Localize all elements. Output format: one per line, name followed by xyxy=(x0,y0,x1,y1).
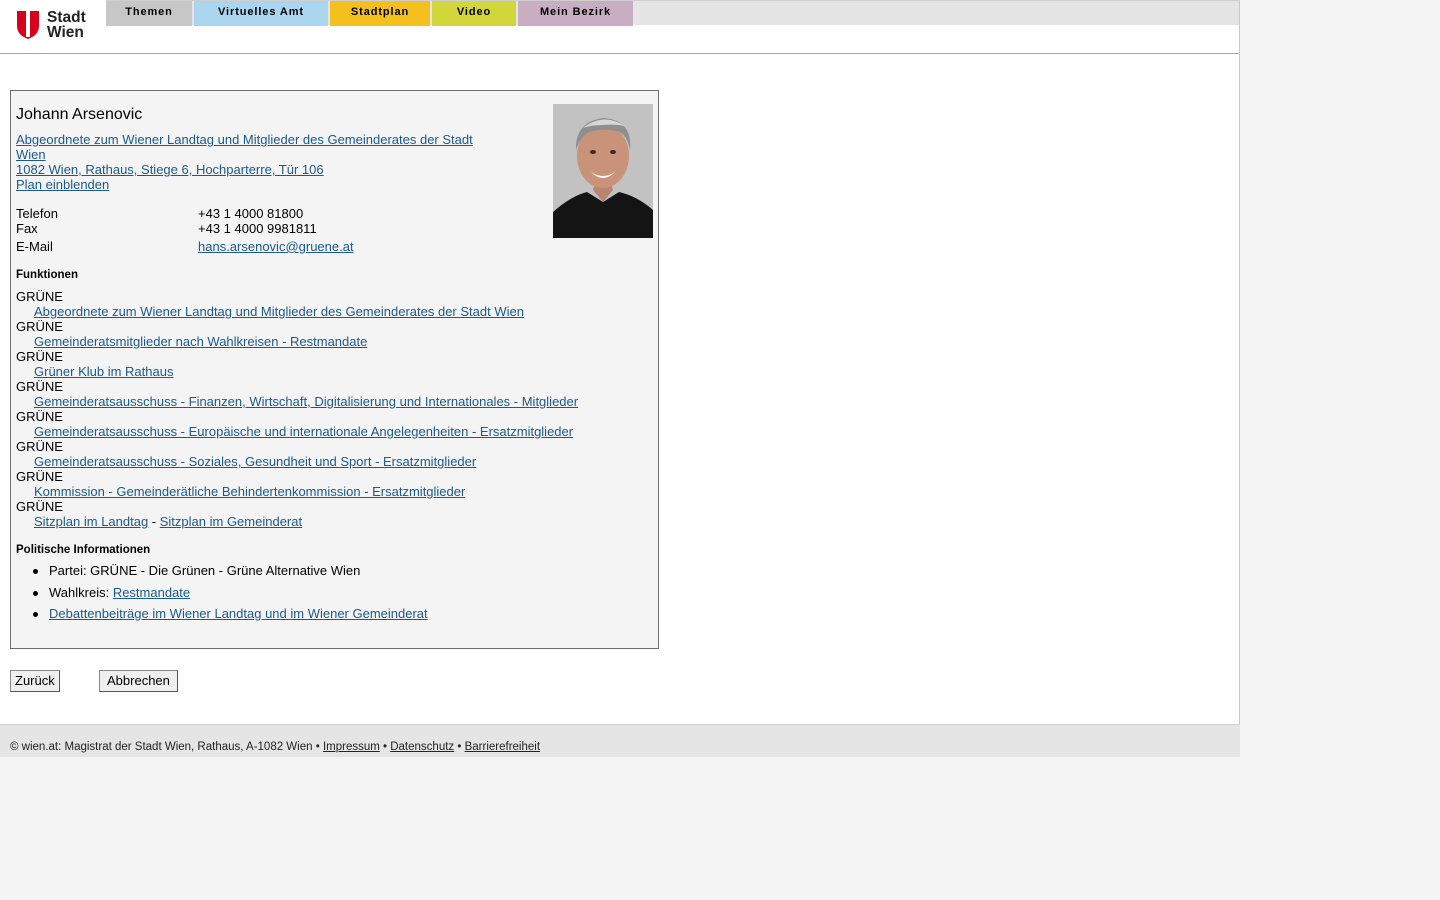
nav-tab-mein-bezirk[interactable]: Mein Bezirk xyxy=(518,1,633,26)
debates-link[interactable]: Debattenbeiträge im Wiener Landtag und i… xyxy=(49,606,428,621)
stadt-wien-logo[interactable]: Stadt Wien xyxy=(16,10,96,42)
address-link[interactable]: 1082 Wien, Rathaus, Stiege 6, Hochparter… xyxy=(16,162,324,177)
party-info: Partei: GRÜNE - Die Grünen - Grüne Alter… xyxy=(49,563,361,578)
function-link[interactable]: Gemeinderatsmitglieder nach Wahlkreisen … xyxy=(34,334,367,349)
function-party: GRÜNE xyxy=(16,409,63,424)
function-link[interactable]: Grüner Klub im Rathaus xyxy=(34,364,173,379)
role-link-line2[interactable]: Wien xyxy=(16,147,46,162)
function-link[interactable]: Abgeordnete zum Wiener Landtag und Mitgl… xyxy=(34,304,524,319)
header: Stadt Wien Themen Virtuelles Amt Stadtpl… xyxy=(0,0,1239,54)
show-map-link[interactable]: Plan einblenden xyxy=(16,177,109,192)
function-party: GRÜNE xyxy=(16,319,63,334)
logo-text-wien: Wien xyxy=(47,24,84,41)
footer-separator: • xyxy=(454,741,465,753)
page: Stadt Wien Themen Virtuelles Amt Stadtpl… xyxy=(0,0,1240,756)
main-nav: Themen Virtuelles Amt Stadtplan Video Me… xyxy=(106,0,1239,26)
email-link[interactable]: hans.arsenovic@gruene.at xyxy=(198,239,354,254)
functions-heading: Funktionen xyxy=(16,269,78,281)
footer-copyright: © wien.at: Magistrat der Stadt Wien, Rat… xyxy=(10,741,313,753)
role-link-line1[interactable]: Abgeordnete zum Wiener Landtag und Mitgl… xyxy=(16,132,473,147)
footer: © wien.at: Magistrat der Stadt Wien, Rat… xyxy=(0,724,1240,757)
person-detail-box: Johann Arsenovic Abgeordnete zum Wiener … xyxy=(10,90,659,649)
footer-barrierefreiheit-link[interactable]: Barrierefreiheit xyxy=(465,741,540,753)
function-party: GRÜNE xyxy=(16,439,63,454)
back-button[interactable]: Zurück xyxy=(10,670,60,692)
footer-separator: • xyxy=(312,741,323,753)
function-party: GRÜNE xyxy=(16,469,63,484)
function-link[interactable]: Gemeinderatsausschuss - Finanzen, Wirtsc… xyxy=(34,394,578,409)
wien-shield-icon xyxy=(17,11,39,39)
seat-plan-separator: - xyxy=(148,514,160,529)
seat-plan-landtag-link[interactable]: Sitzplan im Landtag xyxy=(34,514,148,529)
logo-text: Stadt Wien xyxy=(47,9,86,41)
bullet-icon xyxy=(33,591,38,596)
nav-tab-virtuelles-amt[interactable]: Virtuelles Amt xyxy=(194,1,328,26)
function-party: GRÜNE xyxy=(16,349,63,364)
person-photo xyxy=(553,104,653,238)
footer-datenschutz-link[interactable]: Datenschutz xyxy=(390,741,454,753)
nav-tab-video[interactable]: Video xyxy=(432,1,516,26)
political-info-heading: Politische Informationen xyxy=(16,544,151,556)
function-link[interactable]: Gemeinderatsausschuss - Soziales, Gesund… xyxy=(34,454,476,469)
footer-line: © wien.at: Magistrat der Stadt Wien, Rat… xyxy=(10,741,540,753)
wahlkreis-link[interactable]: Restmandate xyxy=(113,585,190,600)
wahlkreis-label: Wahlkreis: xyxy=(49,585,113,600)
phone-value: +43 1 4000 81800 xyxy=(198,206,304,221)
fax-label: Fax xyxy=(16,221,38,236)
bullet-icon xyxy=(33,569,38,574)
seat-plan-gemeinderat-link[interactable]: Sitzplan im Gemeinderat xyxy=(160,514,302,529)
person-name: Johann Arsenovic xyxy=(16,106,143,123)
function-party: GRÜNE xyxy=(16,499,63,514)
bullet-icon xyxy=(33,612,38,617)
cancel-button[interactable]: Abbrechen xyxy=(99,670,178,692)
seat-plan-links: Sitzplan im Landtag - Sitzplan im Gemein… xyxy=(34,514,302,529)
nav-tab-stadtplan[interactable]: Stadtplan xyxy=(330,1,430,26)
function-link[interactable]: Gemeinderatsausschuss - Europäische und … xyxy=(34,424,573,439)
function-party: GRÜNE xyxy=(16,379,63,394)
phone-label: Telefon xyxy=(16,206,58,221)
footer-impressum-link[interactable]: Impressum xyxy=(323,741,380,753)
wahlkreis-info: Wahlkreis: Restmandate xyxy=(49,585,190,600)
function-link[interactable]: Kommission - Gemeinderätliche Behinderte… xyxy=(34,484,465,499)
email-label: E-Mail xyxy=(16,239,53,254)
footer-separator: • xyxy=(379,741,391,753)
portrait-image xyxy=(553,104,653,238)
nav-tab-themen[interactable]: Themen xyxy=(106,1,192,26)
function-party: GRÜNE xyxy=(16,289,63,304)
logo-text-stadt: Stadt xyxy=(47,9,86,26)
fax-value: +43 1 4000 9981811 xyxy=(198,221,317,236)
